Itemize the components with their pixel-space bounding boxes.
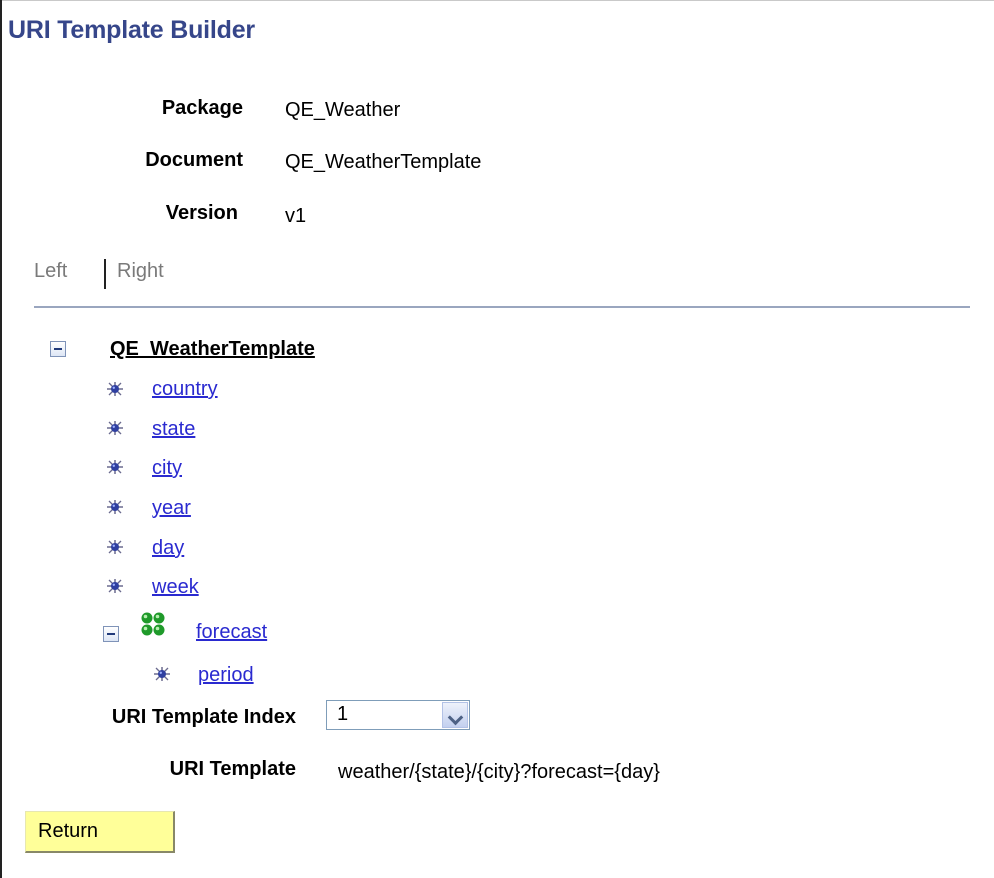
section-divider xyxy=(34,306,970,308)
package-label: Package xyxy=(161,97,243,119)
template-index-select[interactable]: 1 xyxy=(326,700,470,730)
view-separator xyxy=(104,259,106,289)
tree-node-country[interactable]: country xyxy=(152,378,218,401)
collapse-root-icon[interactable] xyxy=(50,341,66,357)
element-node-icon xyxy=(154,667,170,681)
document-value: QE_WeatherTemplate xyxy=(285,151,482,173)
template-index-value: 1 xyxy=(337,703,349,725)
tree-node-city[interactable]: city xyxy=(152,457,182,480)
collapse-group-icon[interactable] xyxy=(103,626,119,642)
element-node-icon xyxy=(107,460,123,474)
version-label: Version xyxy=(165,202,238,224)
document-label: Document xyxy=(145,149,243,171)
return-button[interactable]: Return xyxy=(25,811,175,853)
right-view-link[interactable]: Right xyxy=(117,260,164,283)
package-value: QE_Weather xyxy=(285,99,401,121)
tree-node-forecast[interactable]: forecast xyxy=(196,621,267,644)
version-value: v1 xyxy=(285,205,307,227)
chevron-down-icon[interactable] xyxy=(442,702,468,728)
group-node-icon xyxy=(141,612,165,636)
element-node-icon xyxy=(107,579,123,593)
tree-node-day[interactable]: day xyxy=(152,537,184,560)
element-node-icon xyxy=(107,540,123,554)
tree-root-label: QE_WeatherTemplate xyxy=(110,338,315,360)
tree-node-year[interactable]: year xyxy=(152,497,191,520)
left-view-link[interactable]: Left xyxy=(34,260,67,283)
tree-node-period[interactable]: period xyxy=(198,664,254,687)
frame-left-border xyxy=(0,0,2,878)
element-node-icon xyxy=(107,500,123,514)
template-label: URI Template xyxy=(169,758,296,780)
tree-node-week[interactable]: week xyxy=(152,576,199,599)
tree-node-state[interactable]: state xyxy=(152,418,195,441)
template-value: weather/{state}/{city}?forecast={day} xyxy=(338,761,660,783)
template-index-label: URI Template Index xyxy=(111,706,296,728)
page-title: URI Template Builder xyxy=(8,16,255,44)
element-node-icon xyxy=(107,421,123,435)
element-node-icon xyxy=(107,382,123,396)
frame-top-border xyxy=(0,0,994,1)
